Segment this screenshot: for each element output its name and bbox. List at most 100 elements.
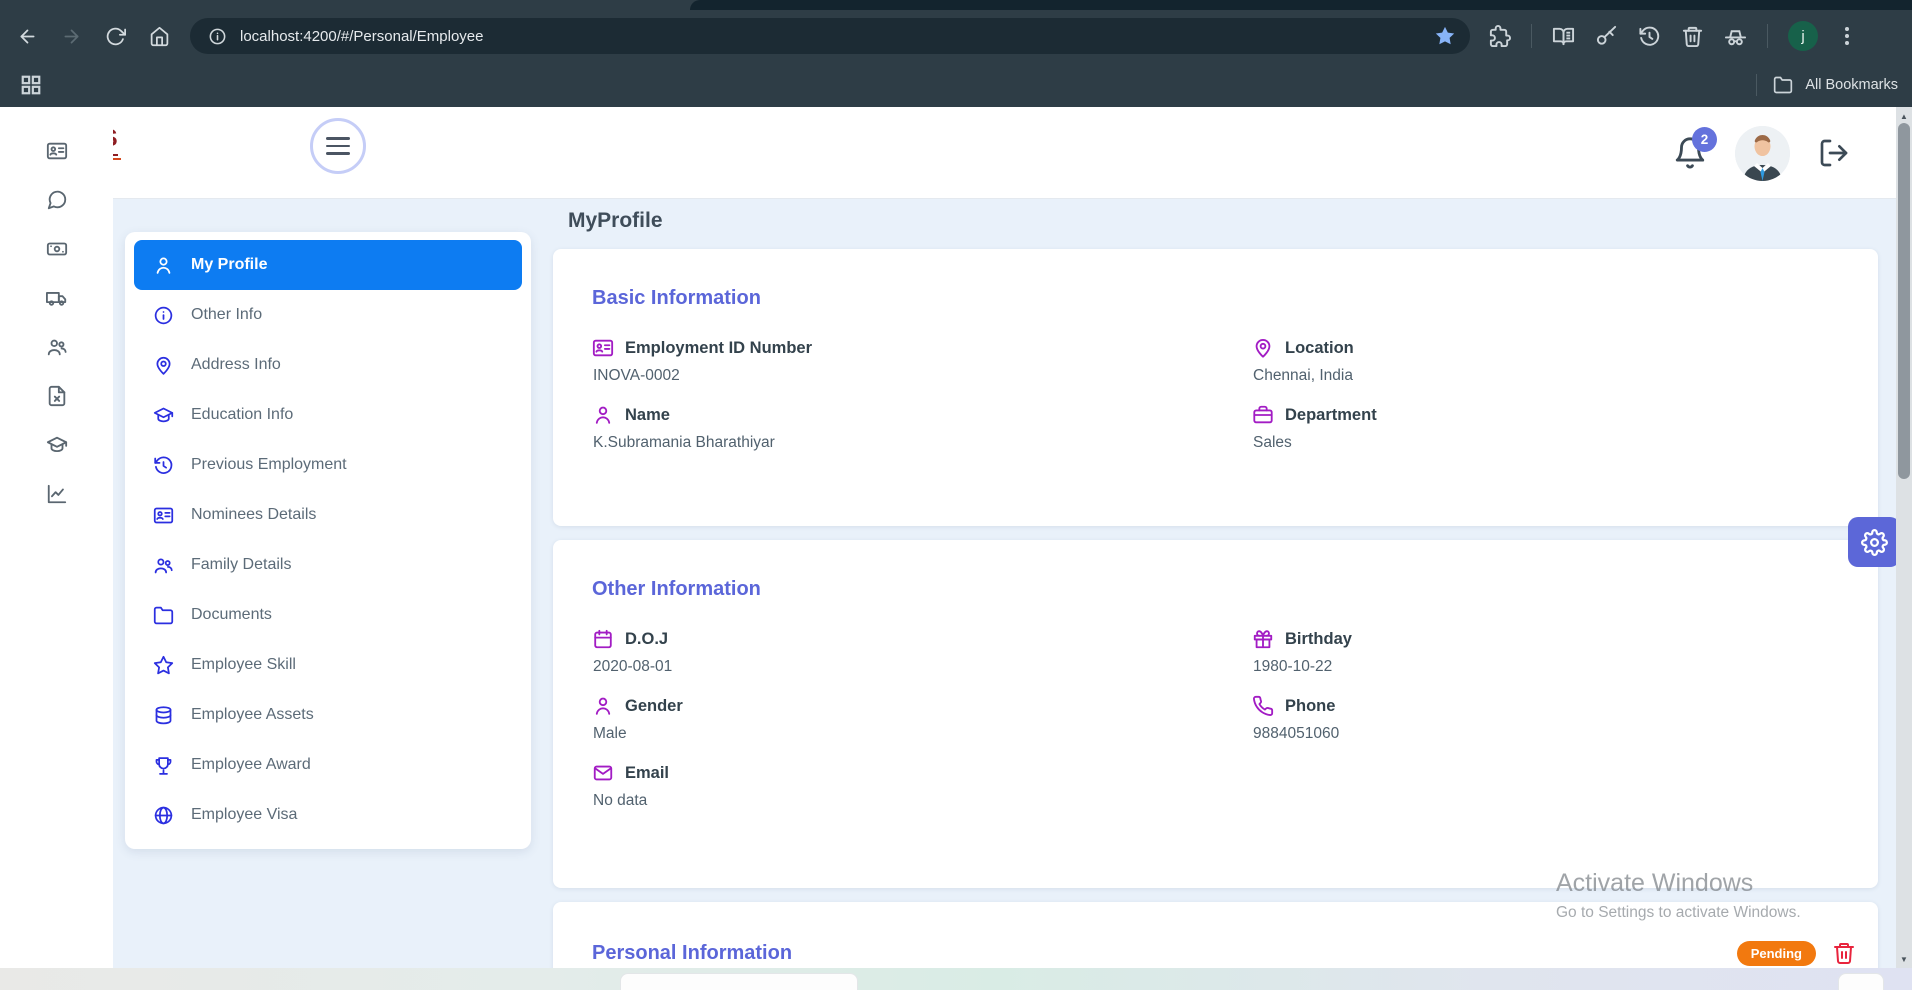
briefcase-icon bbox=[1252, 404, 1274, 426]
sidebar-item-family-details[interactable]: Family Details bbox=[134, 540, 522, 590]
history-icon bbox=[153, 455, 174, 476]
rail-item-idcard[interactable] bbox=[46, 140, 68, 167]
status-badge: Pending bbox=[1737, 941, 1816, 966]
sidebar-item-label: Documents bbox=[191, 606, 272, 624]
sidebar-item-nominees-details[interactable]: Nominees Details bbox=[134, 490, 522, 540]
gradcap-icon bbox=[153, 405, 174, 426]
basic-information-card: Basic InformationEmployment ID NumberINO… bbox=[553, 249, 1878, 526]
sidebar-item-address-info[interactable]: Address Info bbox=[134, 340, 522, 390]
address-bar[interactable]: localhost:4200/#/Personal/Employee bbox=[190, 18, 1470, 54]
clear-browsing-trash-icon[interactable] bbox=[1681, 25, 1704, 48]
rail-item-gradcap[interactable] bbox=[46, 434, 68, 461]
apps-grid-icon[interactable] bbox=[20, 74, 42, 96]
clipped-input-field bbox=[620, 973, 858, 990]
sidebar-item-label: Nominees Details bbox=[191, 506, 316, 524]
user-avatar[interactable] bbox=[1735, 126, 1790, 181]
page-scrollbar[interactable]: ▲ ▼ bbox=[1896, 107, 1912, 968]
mail-icon bbox=[592, 762, 614, 784]
extensions-icon[interactable] bbox=[1488, 25, 1511, 48]
user-icon bbox=[592, 404, 614, 426]
gear-icon bbox=[1861, 529, 1888, 556]
rail-item-money[interactable] bbox=[46, 238, 68, 265]
sidebar-item-documents[interactable]: Documents bbox=[134, 590, 522, 640]
scrollbar-thumb[interactable] bbox=[1898, 123, 1910, 479]
history-icon[interactable] bbox=[1638, 25, 1661, 48]
sidebar-item-label: Employee Award bbox=[191, 756, 311, 774]
rail-item-chat[interactable] bbox=[46, 189, 68, 216]
logout-icon[interactable] bbox=[1818, 137, 1850, 169]
field-phone: Phone9884051060 bbox=[1252, 695, 1839, 743]
sidebar-item-label: Education Info bbox=[191, 406, 293, 424]
browser-profile-avatar[interactable]: j bbox=[1788, 21, 1818, 51]
url-text[interactable]: localhost:4200/#/Personal/Employee bbox=[240, 28, 1434, 45]
field-value: Male bbox=[593, 725, 1252, 743]
field-label: Gender bbox=[625, 697, 683, 716]
back-icon[interactable] bbox=[10, 19, 44, 53]
notification-count-badge: 2 bbox=[1692, 127, 1717, 152]
sidebar-item-employee-visa[interactable]: Employee Visa bbox=[134, 790, 522, 840]
info-icon bbox=[153, 305, 174, 326]
rail-item-chart[interactable] bbox=[46, 483, 68, 510]
sidebar-item-employee-award[interactable]: Employee Award bbox=[134, 740, 522, 790]
field-value: 2020-08-01 bbox=[593, 658, 1252, 676]
scroll-down-icon[interactable]: ▼ bbox=[1896, 952, 1912, 966]
sidebar-item-employee-assets[interactable]: Employee Assets bbox=[134, 690, 522, 740]
sidebar-item-label: Previous Employment bbox=[191, 456, 347, 474]
bookmark-star-icon[interactable] bbox=[1434, 25, 1456, 47]
sidebar-item-label: My Profile bbox=[191, 256, 267, 274]
people-icon bbox=[153, 555, 174, 576]
idcard-icon bbox=[153, 505, 174, 526]
field-email: EmailNo data bbox=[592, 762, 1252, 810]
reading-list-icon[interactable] bbox=[1552, 25, 1575, 48]
site-info-icon[interactable] bbox=[204, 23, 230, 49]
field-d-o-j: D.O.J2020-08-01 bbox=[592, 628, 1252, 676]
toolbar-divider bbox=[1531, 24, 1532, 48]
sidebar-item-other-info[interactable]: Other Info bbox=[134, 290, 522, 340]
browser-menu-icon[interactable] bbox=[1838, 27, 1856, 45]
idcard-icon bbox=[46, 140, 68, 162]
browser-toolbar: localhost:4200/#/Personal/Employee j bbox=[0, 10, 1912, 62]
sidebar-item-label: Employee Skill bbox=[191, 656, 296, 674]
app-viewport: IS 2 My Profile Other Info Address Info Edu… bbox=[0, 107, 1912, 990]
sidebar-item-employee-skill[interactable]: Employee Skill bbox=[134, 640, 522, 690]
field-department: DepartmentSales bbox=[1252, 404, 1839, 452]
clipped-element bbox=[1838, 973, 1884, 990]
scroll-up-icon[interactable]: ▲ bbox=[1896, 109, 1912, 123]
rail-item-people[interactable] bbox=[46, 336, 68, 363]
incognito-icon[interactable] bbox=[1724, 25, 1747, 48]
reload-icon[interactable] bbox=[98, 19, 132, 53]
field-label: Birthday bbox=[1285, 630, 1352, 649]
field-location: LocationChennai, India bbox=[1252, 337, 1839, 385]
field-value: K.Subramania Bharathiyar bbox=[593, 434, 1252, 452]
home-icon[interactable] bbox=[142, 19, 176, 53]
field-value: Chennai, India bbox=[1253, 367, 1839, 385]
passwords-key-icon[interactable] bbox=[1595, 25, 1618, 48]
sidebar-item-education-info[interactable]: Education Info bbox=[134, 390, 522, 440]
settings-fab[interactable] bbox=[1848, 517, 1900, 567]
field-value: 9884051060 bbox=[1253, 725, 1839, 743]
field-employment-id-number: Employment ID NumberINOVA-0002 bbox=[592, 337, 1252, 385]
field-label: Department bbox=[1285, 406, 1377, 425]
collapsed-nav-rail bbox=[0, 107, 113, 990]
forward-icon[interactable] bbox=[54, 19, 88, 53]
idcard-icon bbox=[592, 337, 614, 359]
sidebar-item-my-profile[interactable]: My Profile bbox=[134, 240, 522, 290]
rail-item-truck[interactable] bbox=[46, 287, 68, 314]
page-title: MyProfile bbox=[568, 209, 663, 233]
app-header: IS 2 bbox=[0, 107, 1896, 199]
phone-icon bbox=[1252, 695, 1274, 717]
sidebar-item-label: Other Info bbox=[191, 306, 262, 324]
calendar-icon bbox=[592, 628, 614, 650]
toolbar-divider bbox=[1767, 24, 1768, 48]
sidebar-toggle-button[interactable] bbox=[310, 118, 366, 174]
database-icon bbox=[153, 705, 174, 726]
notifications-bell-icon[interactable]: 2 bbox=[1673, 136, 1707, 170]
sidebar-item-previous-employment[interactable]: Previous Employment bbox=[134, 440, 522, 490]
all-bookmarks[interactable]: All Bookmarks bbox=[1756, 74, 1898, 96]
rail-item-file-x[interactable] bbox=[46, 385, 68, 412]
money-icon bbox=[46, 238, 68, 260]
delete-icon[interactable] bbox=[1832, 940, 1856, 966]
field-gender: Gender Male bbox=[592, 695, 1252, 743]
browser-window: localhost:4200/#/Personal/Employee j All… bbox=[0, 0, 1912, 990]
field-label: Employment ID Number bbox=[625, 339, 812, 358]
